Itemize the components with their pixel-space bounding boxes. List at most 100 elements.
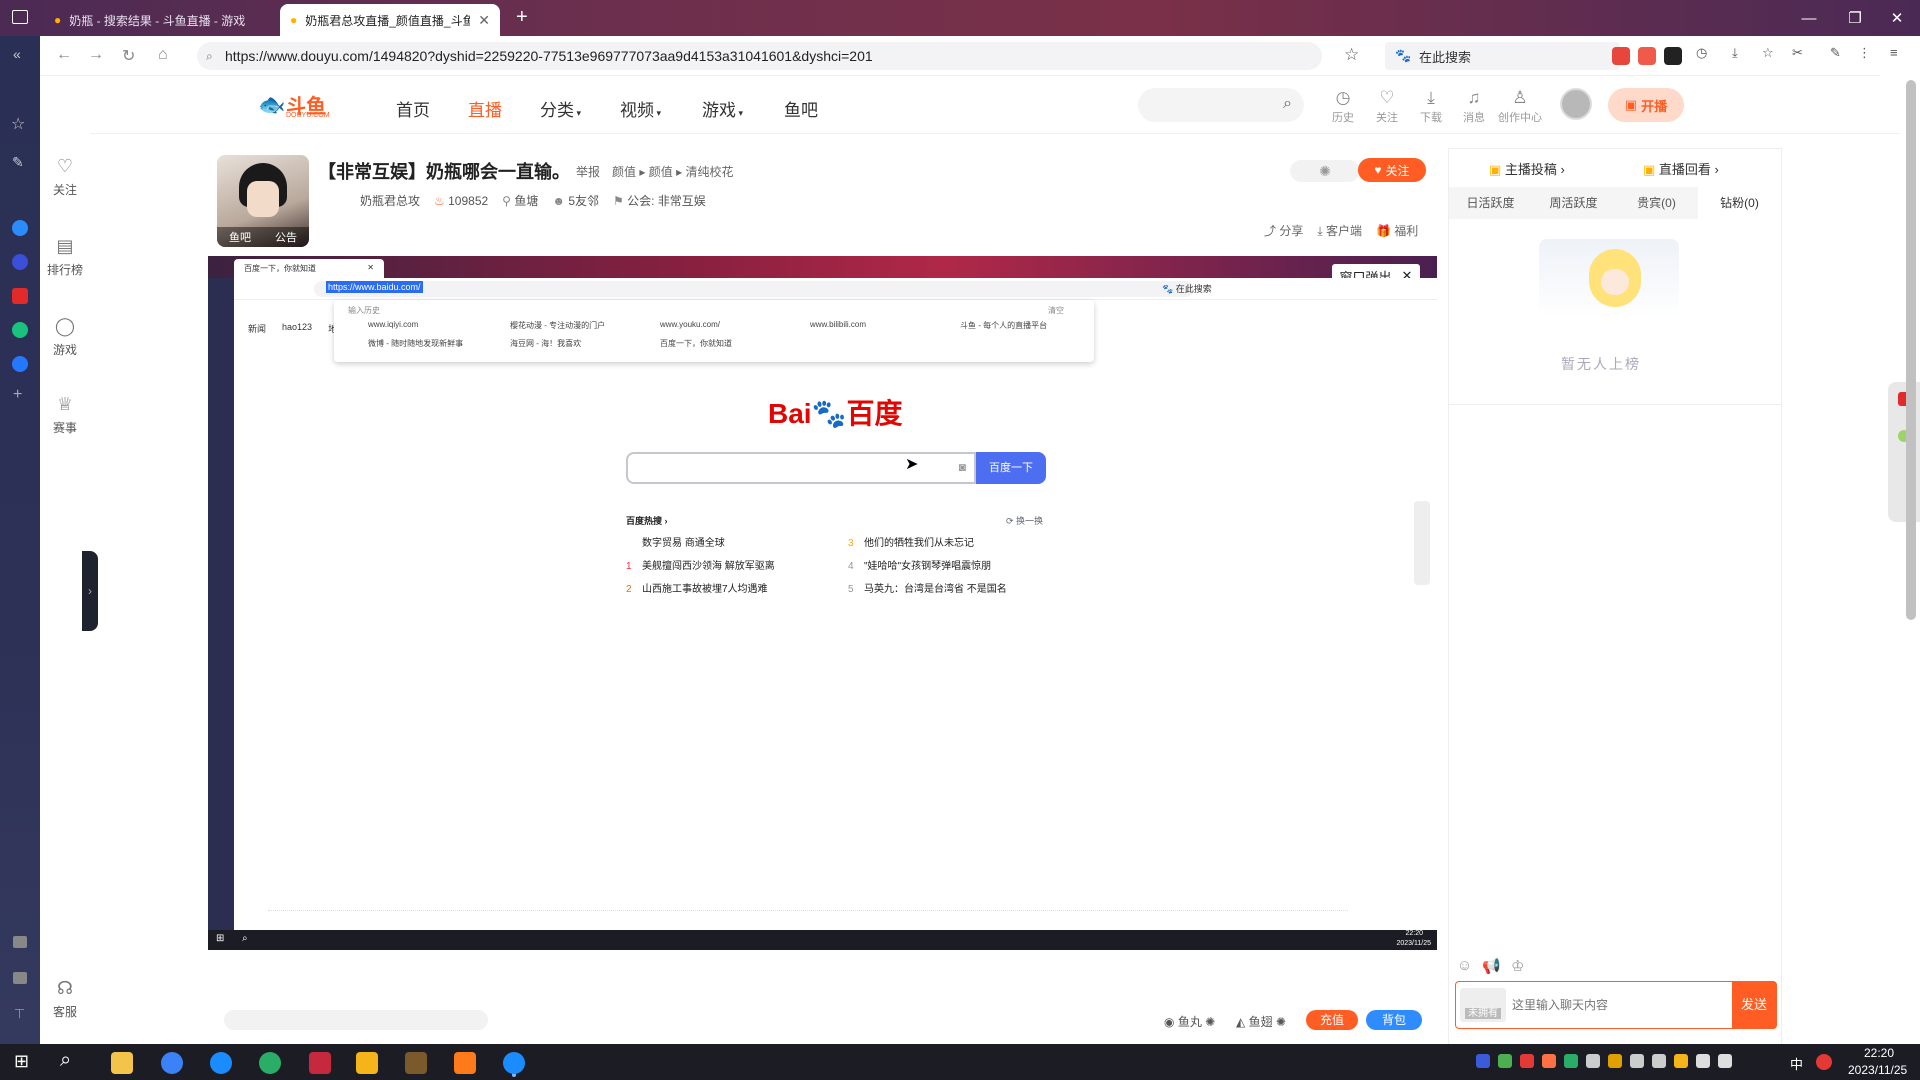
url-field[interactable]: ⌕ https://www.douyu.com/1494820?dyshid=2… [197, 42, 1322, 70]
menu-video[interactable]: 视频 ▾ [620, 96, 661, 121]
browser-icon[interactable] [210, 1052, 232, 1074]
guild[interactable]: ⚑ 公会: 非常互娱 [613, 192, 706, 209]
bookmark-star-icon[interactable]: ☆ [1344, 45, 1359, 65]
tab-diamond-fans[interactable]: 钻粉(0) [1698, 187, 1781, 219]
menu-live[interactable]: 直播 [468, 96, 502, 121]
backpack-button[interactable]: 背包 [1366, 1010, 1422, 1030]
replay-link[interactable]: ▣ 直播回看 › [1643, 159, 1719, 178]
favorites-icon[interactable]: ☆ [11, 114, 25, 134]
clock-date[interactable]: 2023/11/25 [1848, 1063, 1907, 1077]
sidenav-follow[interactable]: ♡ 关注 [40, 156, 90, 198]
pin-icon[interactable]: ⊤ [14, 1006, 25, 1022]
video-player[interactable]: 百度一下，你就知道 ✕ 窗口弹出 ✕ https://www.baidu.com/ … [208, 256, 1437, 950]
active-browser-icon[interactable] [503, 1052, 525, 1074]
clock-time[interactable]: 22:20 [1864, 1046, 1894, 1060]
file-explorer-icon[interactable] [111, 1052, 133, 1074]
douyu-app-icon[interactable] [454, 1052, 476, 1074]
extension-red-icon[interactable] [1638, 47, 1656, 65]
rail-bottom-icon[interactable] [13, 936, 27, 948]
baidu-search-input[interactable]: ◙ [626, 452, 976, 484]
minimize-button[interactable]: — [1786, 0, 1832, 36]
sidenav-rank[interactable]: ▤ 排行榜 [40, 236, 90, 278]
header-follow[interactable]: ♡ 关注 [1367, 88, 1407, 125]
tab-vip[interactable]: 贵宾(0) [1615, 187, 1698, 219]
notice-tab[interactable]: 公告 [275, 229, 297, 245]
recharge-button[interactable]: 充值 [1306, 1010, 1358, 1030]
tab-weekly-activity[interactable]: 周活跃度 [1532, 187, 1615, 219]
app-l-icon[interactable] [405, 1052, 427, 1074]
browser-search-box[interactable]: 🐾 在此搜索 [1385, 42, 1620, 70]
client-button[interactable]: ⤓ 客户端 [1317, 222, 1362, 239]
start-icon[interactable]: ⊞ [14, 1051, 29, 1072]
draw-icon[interactable]: ✎ [12, 154, 24, 171]
menu-category[interactable]: 分类 ▾ [540, 96, 581, 121]
tab-search-results[interactable]: ● 奶瓶 - 搜索结果 - 斗鱼直播 - 游戏 [44, 4, 276, 36]
back-icon[interactable]: ← [56, 46, 72, 64]
search-icon[interactable]: ⌕ [1283, 95, 1292, 113]
share-button[interactable]: ⤴ 分享 [1264, 222, 1303, 239]
app-icon[interactable] [12, 322, 28, 338]
yuba-tab[interactable]: 鱼吧 [229, 229, 251, 245]
history-icon[interactable]: ◷ [1696, 45, 1707, 61]
follow-button[interactable]: ♥ 关注 [1358, 158, 1426, 182]
page-scrollbar[interactable] [1906, 80, 1916, 620]
rail-bottom-icon[interactable] [13, 972, 27, 984]
sidenav-game[interactable]: ◯ 游戏 [40, 316, 90, 358]
emoji-icon[interactable]: ☺ [1457, 957, 1472, 975]
sidenav-esports[interactable]: ♕ 赛事 [40, 394, 90, 436]
sidenav-collapse-handle[interactable]: › [82, 551, 98, 631]
pen-icon[interactable]: ✎ [1830, 45, 1841, 61]
tab-live-room[interactable]: ● 奶瓶君总攻直播_颜值直播_斗鱼 ✕ [280, 4, 500, 36]
menu-icon[interactable]: ≡ [1890, 45, 1898, 60]
douyu-logo[interactable]: 🐟 斗鱼 DOUYU.COM [258, 90, 334, 120]
favorites-icon[interactable]: ☆ [1762, 45, 1774, 61]
speaker-icon[interactable]: 📢 [1482, 957, 1501, 975]
header-history[interactable]: ◷ 历史 [1323, 88, 1363, 125]
site-search-input[interactable]: ⌕ [1138, 88, 1304, 122]
welfare-button[interactable]: 🎁 福利 [1376, 222, 1418, 239]
download-icon[interactable]: ⤓ [1732, 45, 1738, 61]
baidu-search-button[interactable]: 百度一下 [976, 452, 1046, 484]
ime-indicator[interactable]: 中 [1790, 1054, 1803, 1073]
submission-link[interactable]: ▣ 主播投稿 › [1489, 159, 1565, 178]
tools-icon[interactable]: ✂ [1792, 45, 1803, 61]
crown-icon[interactable]: ♔ [1511, 957, 1524, 975]
tab-daily-activity[interactable]: 日活跃度 [1449, 187, 1532, 219]
app-icon[interactable] [12, 356, 28, 372]
menu-home[interactable]: 首页 [396, 96, 430, 121]
header-message[interactable]: ♫ 消息 [1454, 88, 1494, 125]
collapse-icon[interactable]: « [13, 46, 21, 62]
menu-yuba[interactable]: 鱼吧 [784, 96, 818, 121]
sidenav-service[interactable]: ☊ 客服 [40, 978, 90, 1020]
header-creator[interactable]: ♙ 创作中心 [1494, 88, 1546, 125]
breadcrumb-item[interactable]: 颜值 [612, 165, 636, 179]
fan-badge[interactable]: 未拥有 [1460, 988, 1506, 1022]
close-window-button[interactable]: ✕ [1874, 0, 1920, 36]
report-link[interactable]: 举报 [576, 163, 600, 180]
app-k-icon[interactable] [161, 1052, 183, 1074]
anchor-name[interactable]: 奶瓶君总攻 [360, 192, 420, 209]
wechat-icon[interactable] [259, 1052, 281, 1074]
breadcrumb-item[interactable]: 颜值 [649, 165, 673, 179]
search-icon[interactable]: ⌕ [60, 1049, 71, 1072]
close-tab-icon[interactable]: ✕ [478, 12, 490, 29]
antivirus-icon[interactable] [1816, 1054, 1832, 1070]
anchor-avatar[interactable]: 鱼吧 公告 [217, 155, 309, 247]
extension-dark-icon[interactable] [1664, 47, 1682, 65]
header-download[interactable]: ⤓ 下载 [1411, 88, 1451, 125]
app-icon[interactable] [12, 254, 28, 270]
user-avatar[interactable] [1560, 88, 1592, 120]
chat-input[interactable] [1512, 988, 1722, 1022]
new-tab-button[interactable]: + [516, 6, 528, 29]
restore-button[interactable]: ❐ [1832, 0, 1878, 36]
start-live-button[interactable]: ▣ 开播 [1608, 88, 1684, 122]
app-owl-icon[interactable] [356, 1052, 378, 1074]
breadcrumb-item[interactable]: 清纯校花 [685, 165, 733, 179]
friends[interactable]: ☻ 5友邻 [552, 192, 599, 209]
send-button[interactable]: 发送 [1732, 982, 1776, 1028]
forward-icon[interactable]: → [88, 46, 104, 64]
reload-icon[interactable]: ↻ [122, 46, 135, 66]
app-red-icon[interactable] [309, 1052, 331, 1074]
app-icon[interactable] [12, 220, 28, 236]
add-app-icon[interactable]: + [13, 386, 22, 404]
